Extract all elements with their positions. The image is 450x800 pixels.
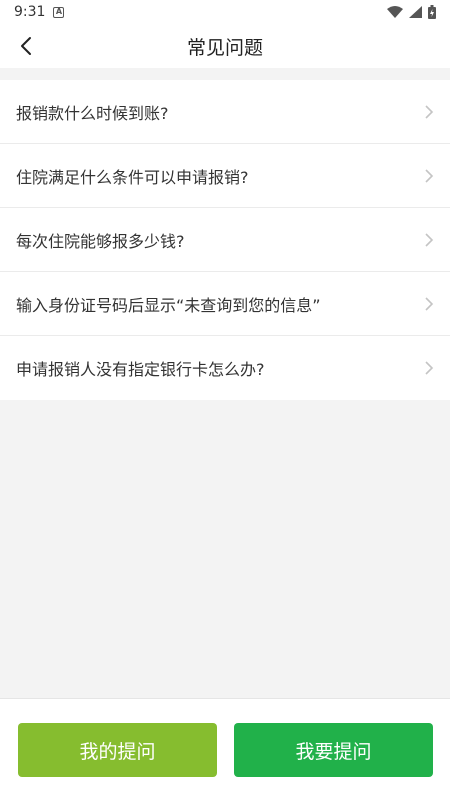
faq-question: 住院满足什么条件可以申请报销? — [16, 167, 249, 187]
chevron-right-icon — [425, 168, 434, 183]
page-title: 常见问题 — [186, 36, 263, 59]
status-icons — [387, 5, 436, 19]
faq-question: 输入身份证号码后显示“未查询到您的信息” — [16, 295, 321, 315]
chevron-right-icon — [425, 296, 434, 311]
faq-item[interactable]: 每次住院能够报多少钱? — [0, 208, 450, 272]
a-icon: A — [53, 6, 65, 18]
chevron-right-icon — [425, 104, 434, 119]
chevron-right-icon — [425, 232, 434, 247]
faq-item[interactable]: 报销款什么时候到账? — [0, 80, 450, 144]
my-questions-button[interactable]: 我的提问 — [18, 723, 217, 777]
faq-question: 申请报销人没有指定银行卡怎么办? — [16, 360, 265, 379]
wifi-icon — [387, 6, 403, 18]
title-bar: 常见问题 — [0, 24, 450, 68]
faq-item[interactable]: 住院满足什么条件可以申请报销? — [0, 144, 450, 208]
section-gap — [0, 68, 450, 80]
faq-item[interactable]: 输入身份证号码后显示“未查询到您的信息” — [0, 272, 450, 336]
back-arrow-icon — [21, 37, 31, 55]
chevron-right-icon — [425, 361, 434, 375]
faq-item[interactable]: 申请报销人没有指定银行卡怎么办? — [0, 336, 450, 400]
battery-icon — [428, 5, 436, 19]
bottom-action-bar: 我的提问 我要提问 — [0, 698, 450, 800]
faq-list: 报销款什么时候到账? 住院满足什么条件可以申请报销? 每次住院能够报多少钱? 输… — [0, 80, 450, 400]
status-time: 9:31 — [14, 4, 46, 20]
faq-question: 每次住院能够报多少钱? — [16, 231, 185, 251]
status-bar: 9:31 A — [0, 0, 450, 24]
signal-icon — [409, 6, 422, 18]
ask-question-button[interactable]: 我要提问 — [234, 723, 433, 777]
faq-question: 报销款什么时候到账? — [16, 103, 169, 123]
back-button[interactable] — [10, 30, 42, 62]
